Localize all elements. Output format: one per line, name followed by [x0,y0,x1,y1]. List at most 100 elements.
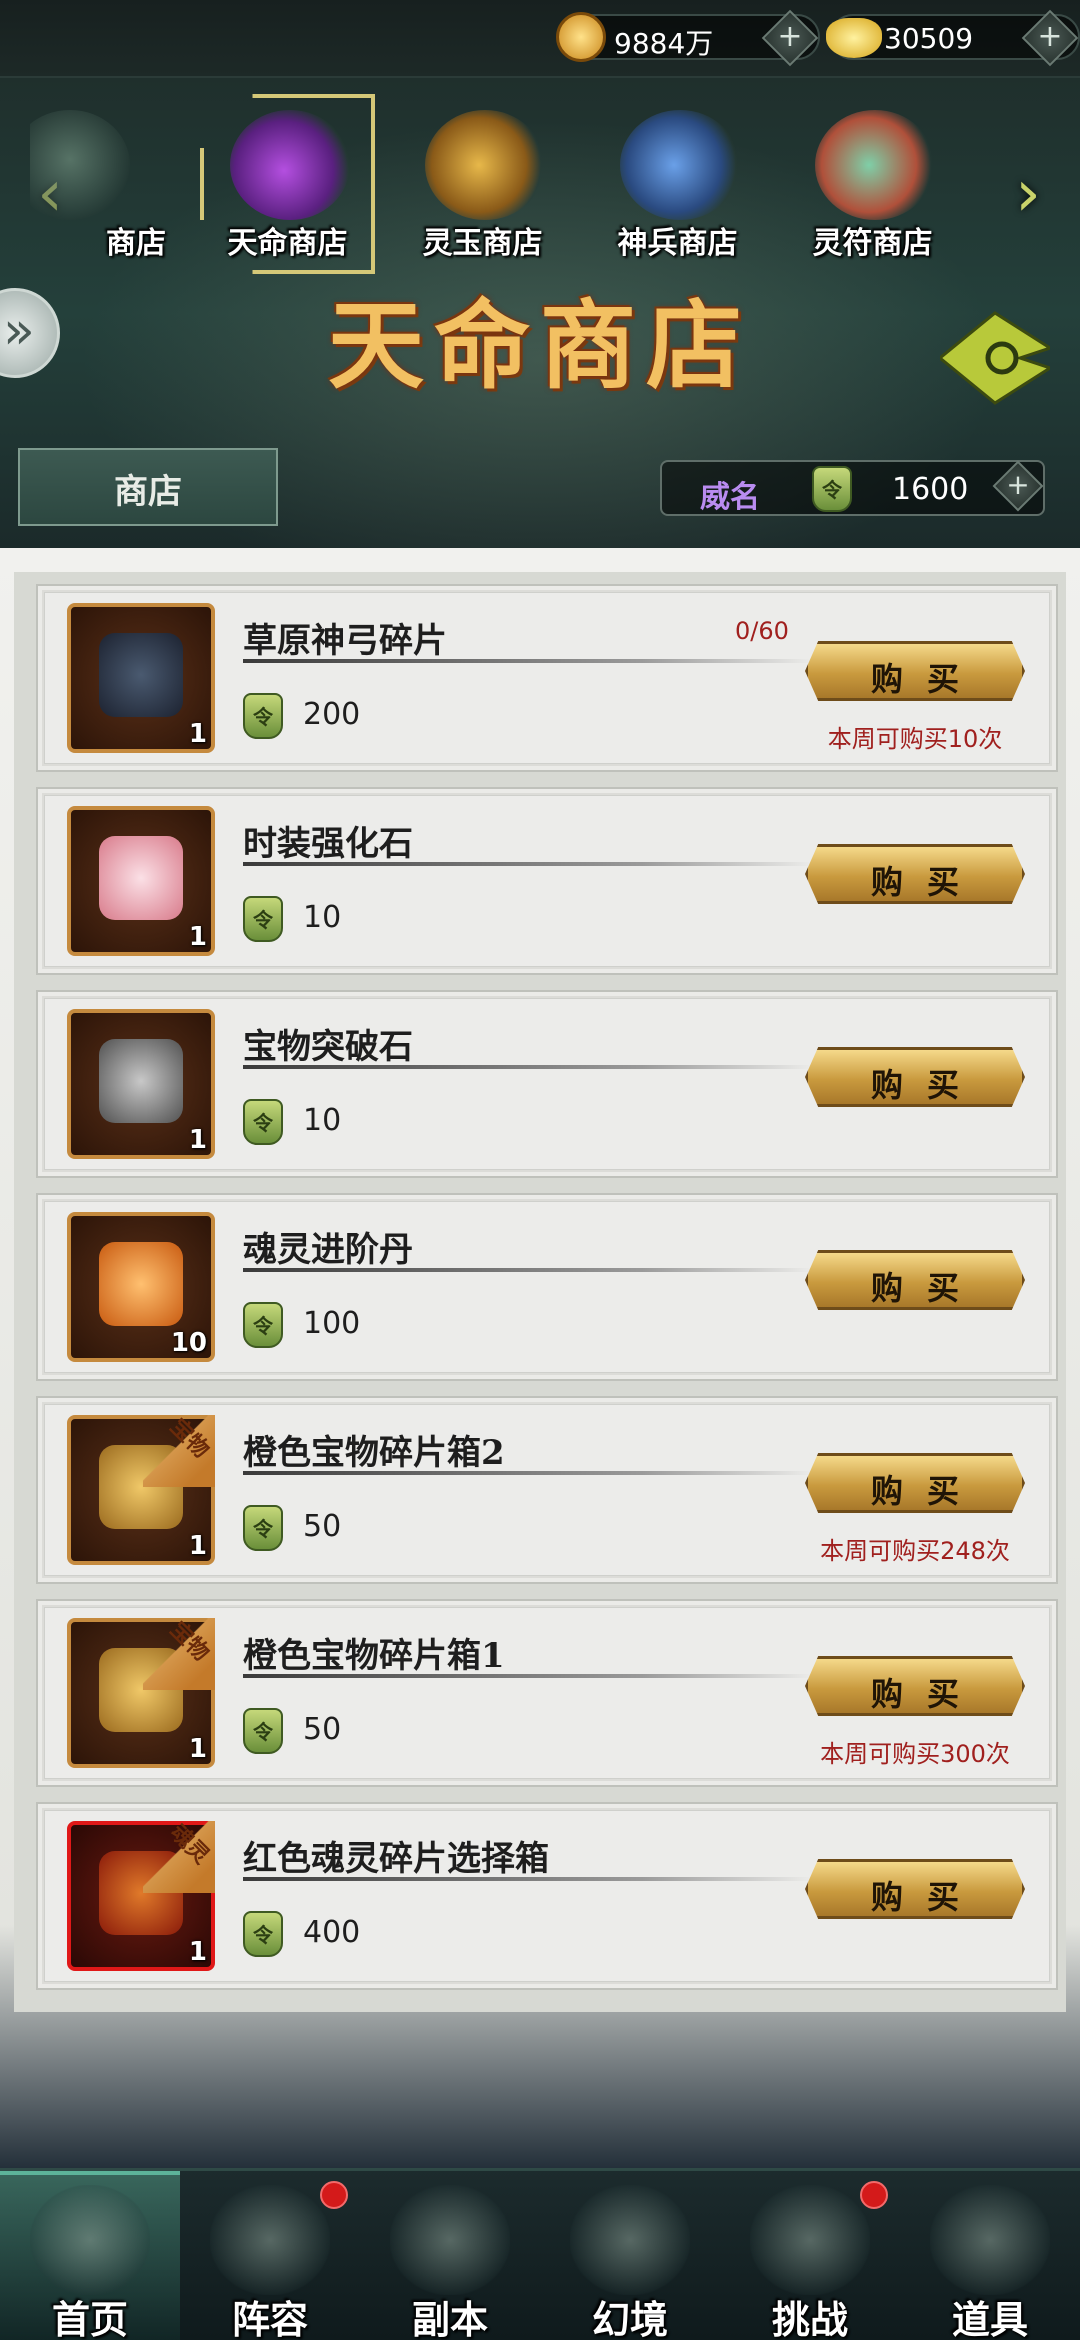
tab-shenbing-shop[interactable]: 神兵商店 [590,98,765,273]
items-bag-icon [930,2185,1050,2295]
buy-button[interactable]: 购买 [805,1047,1025,1107]
buy-button[interactable]: 购买 [805,844,1025,904]
buy-button[interactable]: 购买 [805,1250,1025,1310]
item-thumbnail[interactable]: 宝物 1 [67,1414,215,1565]
buy-label: 购买 [870,1066,983,1104]
item-thumbnail[interactable]: 1 [67,603,215,753]
tab-label: 灵符商店 [812,226,933,261]
buy-label: 购买 [870,863,983,901]
fame-value: 1600 [892,472,969,507]
fame-token-icon: 令 [243,693,283,739]
treasure-chest-icon [425,110,545,220]
shop-header: ‹ › 商店 天命商店 灵玉商店 神兵商店 灵符商店 天命商店 » 商店 威名 … [0,78,1080,548]
item-owned-count: 0/60 [735,617,789,645]
shop-label-button[interactable]: 商店 [18,448,278,526]
item-thumbnail[interactable]: 魂灵 1 [67,1820,215,1971]
nav-label: 首页 [51,2298,128,2340]
item-thumbnail[interactable]: 宝物 1 [67,1617,215,1768]
nav-label: 副本 [411,2298,488,2340]
item-thumbnail[interactable]: 1 [67,1009,215,1159]
nav-item[interactable]: 道具 [900,2171,1080,2340]
item-list: 1 草原神弓碎片 0/60 令 200 购买 本周可购买10次 1 时装强化石 … [14,572,1066,2012]
token-glyph: 令 [253,908,273,932]
item-type-ribbon: 魂灵 [143,1820,215,1893]
nav-item[interactable]: 幻境 [540,2171,720,2340]
item-name: 橙色宝物碎片箱2 [243,1433,505,1473]
shop-item-row: 1 时装强化石 令 10 购买 [36,787,1058,975]
fame-token-icon: 令 [243,1302,283,1348]
tab-label: 天命商店 [227,226,348,261]
tab-next-arrow-icon[interactable]: › [1000,158,1056,230]
item-type-ribbon: 宝物 [143,1617,215,1690]
fame-token-icon: 令 [243,1708,283,1754]
challenge-icon [750,2185,870,2295]
buy-button[interactable]: 购买 [805,1859,1025,1919]
fame-token-icon: 令 [243,1099,283,1145]
nav-label: 挑战 [771,2298,848,2340]
name-underline [243,1674,813,1678]
fame-label: 威名 [700,480,760,515]
item-price: 10 [303,1103,342,1138]
ribbon-text: 宝物 [164,1414,214,1464]
nav-item[interactable]: 副本 [360,2171,540,2340]
item-quantity: 1 [188,922,207,952]
buy-button[interactable]: 购买 [805,641,1025,701]
tab-shop[interactable]: 商店 [30,98,170,273]
name-underline [243,659,813,663]
item-thumbnail[interactable]: 10 [67,1212,215,1362]
shop-item-card: 宝物 1 橙色宝物碎片箱1 令 50 购买 本周可购买300次 [44,1607,1050,1779]
gold-ingot-icon [826,18,882,58]
shop-emblem-icon[interactable] [940,308,1050,408]
item-name: 红色魂灵碎片选择箱 [243,1839,549,1879]
item-name: 魂灵进阶丹 [243,1230,413,1270]
item-quantity: 10 [170,1328,207,1358]
coin-currency: 9884万 + [556,9,820,67]
add-fame-button[interactable]: + [992,460,1044,512]
notification-dot [860,2181,888,2209]
item-thumbnail[interactable]: 1 [67,806,215,956]
tab-tianming-shop[interactable]: 天命商店 [200,94,375,274]
nav-item[interactable]: 挑战 [720,2171,900,2340]
shop-item-row: 1 宝物突破石 令 10 购买 [36,990,1058,1178]
shop-item-card: 10 魂灵进阶丹 令 100 购买 [44,1201,1050,1373]
nav-item[interactable]: 阵容 [180,2171,360,2340]
token-glyph: 令 [253,1111,273,1135]
item-type-ribbon: 宝物 [143,1414,215,1487]
ribbon-text: 宝物 [164,1617,214,1667]
fame-token-icon: 令 [243,1505,283,1551]
boots-icon [620,110,740,220]
add-gold-button[interactable]: + [1021,9,1079,67]
tab-label: 商店 [106,226,166,261]
nav-label: 阵容 [231,2298,308,2340]
item-price: 50 [303,1509,342,1544]
fame-display: 威名 令 1600 + [660,460,1045,516]
item-quantity: 1 [188,1937,207,1967]
tab-lingfu-shop[interactable]: 灵符商店 [785,98,960,273]
plus-icon: + [1006,468,1030,501]
orange-orb-icon [99,1242,183,1326]
buy-label: 购买 [870,1675,983,1713]
purchase-limit: 本周可购买248次 [820,1537,1010,1565]
purple-crystal-icon [230,110,350,220]
bottom-nav: 首页 阵容 副本 幻境 挑战 道具 [0,2168,1080,2340]
item-name: 草原神弓碎片 [243,621,447,661]
plus-icon: + [777,19,803,54]
token-glyph: 令 [253,1923,273,1947]
coin-icon [556,12,606,62]
name-underline [243,1877,813,1881]
nav-item[interactable]: 首页 [0,2171,180,2340]
buy-button[interactable]: 购买 [805,1453,1025,1513]
double-chevron-icon: » [3,301,35,361]
name-underline [243,1065,813,1069]
shop-tab-icon [30,110,130,220]
buy-label: 购买 [870,1472,983,1510]
fame-token-icon: 令 [243,896,283,942]
add-coin-button[interactable]: + [761,9,819,67]
home-icon [30,2185,150,2295]
buy-button[interactable]: 购买 [805,1656,1025,1716]
shop-item-card: 1 时装强化石 令 10 购买 [44,795,1050,967]
tab-label: 灵玉商店 [422,226,543,261]
shop-item-row: 10 魂灵进阶丹 令 100 购买 [36,1193,1058,1381]
tab-lingyu-shop[interactable]: 灵玉商店 [395,98,570,273]
item-price: 10 [303,900,342,935]
